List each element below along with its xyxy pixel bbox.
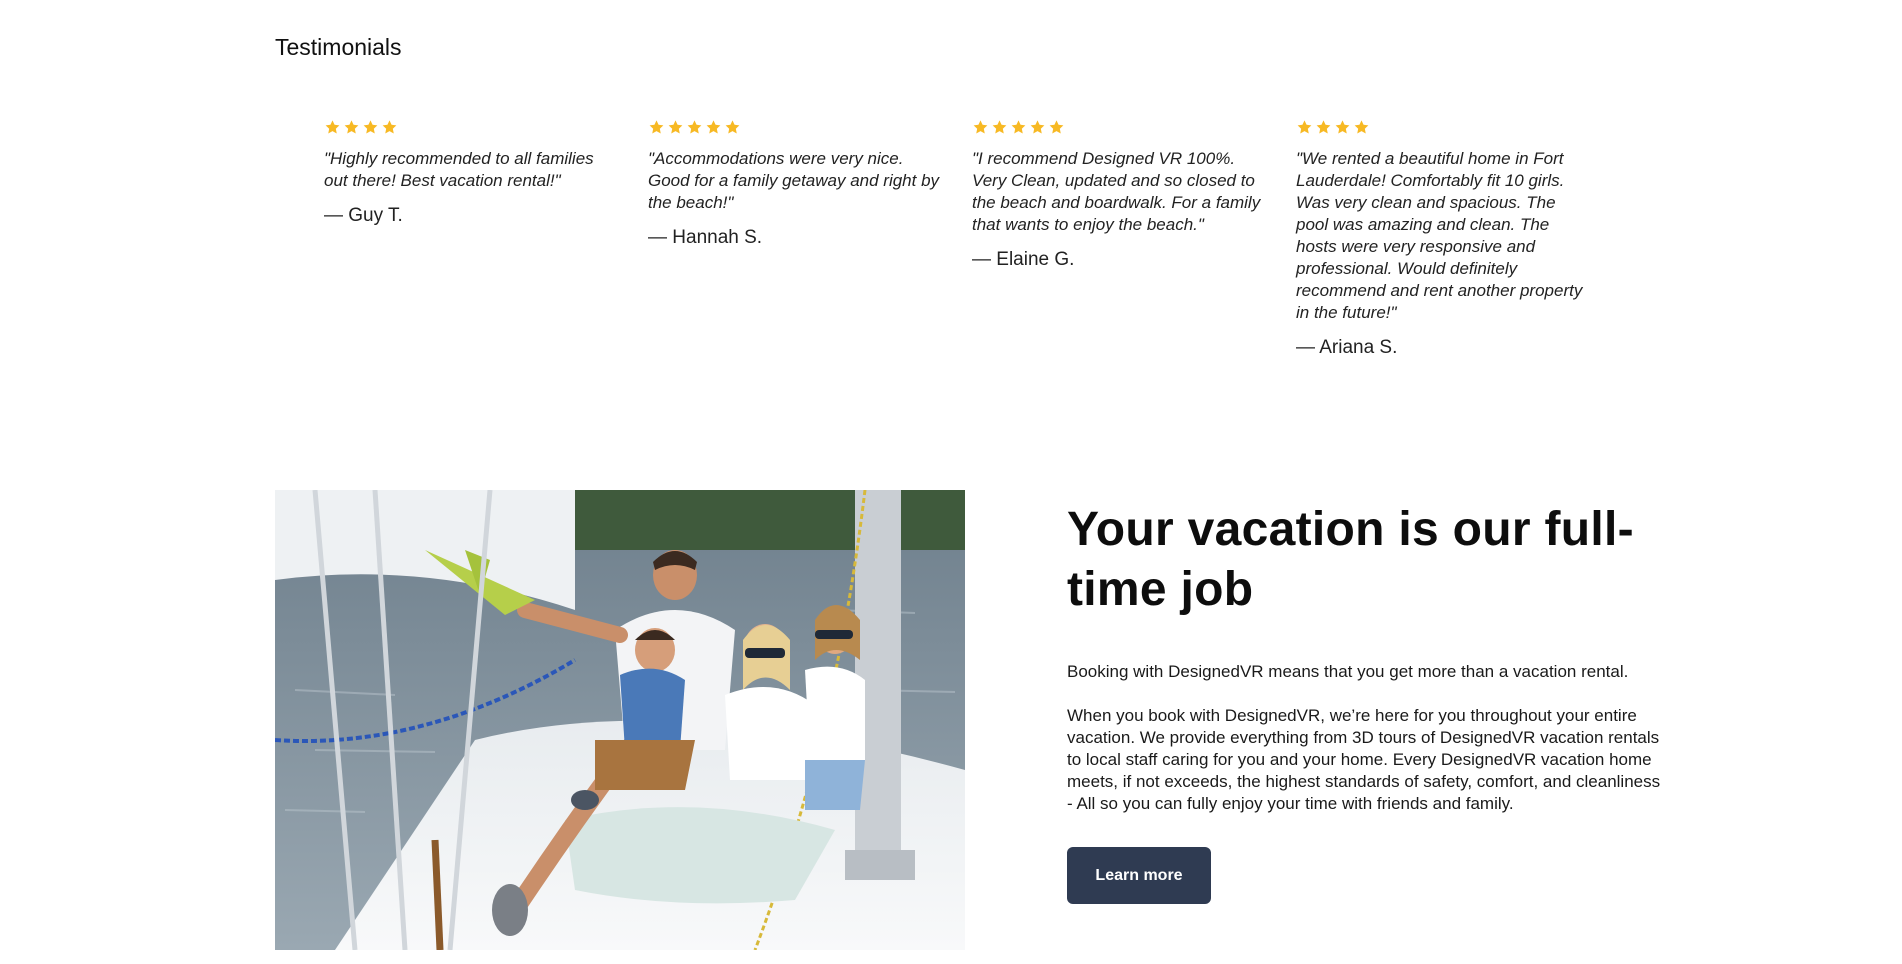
testimonials-list: "Highly recommended to all families out …	[324, 118, 1590, 360]
promo-section: Your vacation is our full-time job Booki…	[1067, 500, 1667, 904]
testimonial-author: — Hannah S.	[648, 227, 763, 248]
star-icon	[1316, 119, 1331, 133]
star-icon	[325, 119, 340, 133]
star-icon	[1335, 119, 1350, 133]
testimonial-author: — Elaine G.	[972, 249, 1075, 270]
testimonial-card: "Highly recommended to all families out …	[324, 118, 618, 360]
testimonial-card: "We rented a beautiful home in Fort Laud…	[1296, 118, 1590, 360]
testimonial-quote: "We rented a beautiful home in Fort Laud…	[1296, 149, 1583, 322]
star-rating	[972, 118, 1266, 136]
star-icon	[1297, 119, 1312, 133]
star-icon	[973, 119, 988, 133]
testimonial-author: — Guy T.	[324, 205, 403, 226]
promo-paragraph-1: Booking with DesignedVR means that you g…	[1067, 662, 1629, 681]
testimonials-heading: Testimonials	[275, 34, 402, 60]
star-icon	[1011, 119, 1026, 133]
testimonial-quote: "Highly recommended to all families out …	[324, 149, 594, 190]
photo-illustration	[275, 490, 965, 950]
star-icon	[706, 119, 721, 133]
promo-heading: Your vacation is our full-time job	[1067, 503, 1634, 616]
star-rating	[648, 118, 942, 136]
star-icon	[1049, 119, 1064, 133]
star-icon	[687, 119, 702, 133]
star-icon	[344, 119, 359, 133]
testimonial-quote: "Accommodations were very nice. Good for…	[648, 149, 940, 212]
testimonial-card: "I recommend Designed VR 100%. Very Clea…	[972, 118, 1266, 360]
star-icon	[382, 119, 397, 133]
star-icon	[668, 119, 683, 133]
star-icon	[649, 119, 664, 133]
star-icon	[363, 119, 378, 133]
family-sailboat-photo	[275, 490, 965, 950]
testimonial-quote: "I recommend Designed VR 100%. Very Clea…	[972, 149, 1261, 234]
testimonial-card: "Accommodations were very nice. Good for…	[648, 118, 942, 360]
star-icon	[1030, 119, 1045, 133]
star-rating	[324, 118, 618, 136]
star-icon	[1354, 119, 1369, 133]
testimonial-author: — Ariana S.	[1296, 337, 1398, 358]
star-rating	[1296, 118, 1590, 136]
promo-paragraph-2: When you book with DesignedVR, we’re her…	[1067, 706, 1661, 813]
star-icon	[992, 119, 1007, 133]
learn-more-button[interactable]: Learn more	[1067, 847, 1211, 904]
star-icon	[725, 119, 740, 133]
